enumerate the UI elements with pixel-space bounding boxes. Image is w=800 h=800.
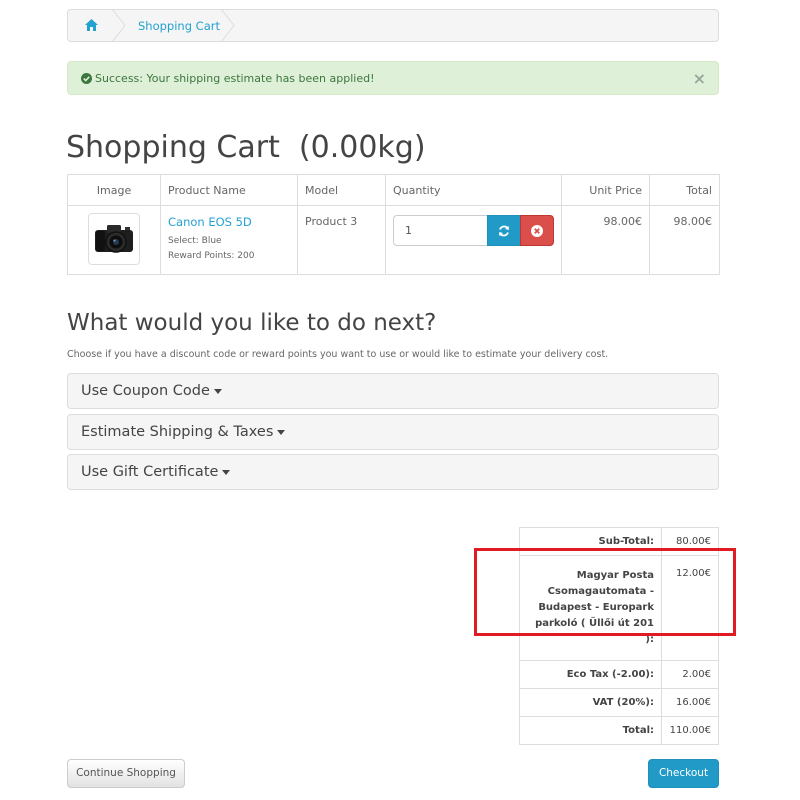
column-header-product-name: Product Name: [160, 174, 298, 206]
caret-down-icon: [213, 388, 222, 394]
totals-value: 2.00€: [661, 660, 719, 689]
totals-value: 110.00€: [661, 716, 719, 745]
totals-value: 16.00€: [661, 688, 719, 717]
product-model: Product 3: [297, 205, 386, 275]
totals-row-eco-tax: Eco Tax (-2.00): 2.00€: [519, 660, 719, 689]
column-header-model: Model: [297, 174, 386, 206]
table-row: Canon EOS 5D Select: Blue Reward Points:…: [67, 205, 720, 275]
breadcrumb-home[interactable]: [68, 10, 112, 41]
coupon-panel-title: Use Coupon Code: [81, 383, 210, 399]
caret-down-icon: [277, 429, 286, 435]
caret-down-icon: [222, 469, 231, 475]
column-header-quantity: Quantity: [385, 174, 562, 206]
annotation-highlight-box: [474, 548, 736, 636]
shipping-panel[interactable]: Estimate Shipping & Taxes: [67, 414, 719, 450]
close-icon[interactable]: ×: [693, 69, 706, 88]
next-steps-heading: What would you like to do next?: [67, 310, 437, 336]
success-alert: Success: Your shipping estimate has been…: [67, 61, 719, 95]
times-circle-icon: [531, 225, 543, 237]
product-link[interactable]: Canon EOS 5D: [168, 215, 290, 229]
alert-message: Success: Your shipping estimate has been…: [95, 72, 375, 85]
coupon-panel[interactable]: Use Coupon Code: [67, 373, 719, 409]
totals-row-total: Total: 110.00€: [519, 716, 719, 745]
gift-certificate-panel-title: Use Gift Certificate: [81, 464, 219, 480]
table-header-row: Image Product Name Model Quantity Unit P…: [67, 174, 720, 206]
breadcrumb-link-shopping-cart[interactable]: Shopping Cart: [138, 19, 220, 33]
totals-label: Eco Tax (-2.00):: [519, 660, 662, 689]
remove-button[interactable]: [520, 215, 554, 246]
update-button[interactable]: [487, 215, 521, 246]
breadcrumb: Shopping Cart: [67, 9, 719, 42]
quantity-input[interactable]: [393, 215, 488, 246]
refresh-icon: [499, 225, 509, 237]
quantity-cell: [385, 205, 562, 275]
cart-table: Image Product Name Model Quantity Unit P…: [67, 174, 720, 275]
product-reward-points: Reward Points: 200: [168, 251, 255, 261]
checkout-button[interactable]: Checkout: [648, 759, 719, 788]
product-option: Select: Blue: [168, 236, 222, 246]
totals-label: VAT (20%):: [519, 688, 662, 717]
continue-shopping-button[interactable]: Continue Shopping: [67, 759, 185, 788]
shipping-panel-title: Estimate Shipping & Taxes: [81, 424, 274, 440]
product-name-cell: Canon EOS 5D Select: Blue Reward Points:…: [160, 205, 298, 275]
breadcrumb-separator: [221, 10, 235, 41]
totals-label: Total:: [519, 716, 662, 745]
check-circle-icon: [81, 73, 92, 84]
home-icon: [85, 19, 98, 31]
totals-row-vat: VAT (20%): 16.00€: [519, 688, 719, 717]
column-header-image: Image: [67, 174, 161, 206]
next-steps-description: Choose if you have a discount code or re…: [67, 349, 609, 360]
gift-certificate-panel[interactable]: Use Gift Certificate: [67, 454, 719, 490]
product-thumbnail[interactable]: [88, 213, 140, 265]
unit-price: 98.00€: [561, 205, 650, 275]
column-header-unit-price: Unit Price: [561, 174, 650, 206]
camera-image: [95, 225, 133, 253]
column-header-total: Total: [649, 174, 720, 206]
row-total: 98.00€: [649, 205, 720, 275]
product-image-cell: [67, 205, 161, 275]
page-title: Shopping Cart (0.00kg): [66, 130, 426, 165]
breadcrumb-separator: [112, 10, 126, 41]
